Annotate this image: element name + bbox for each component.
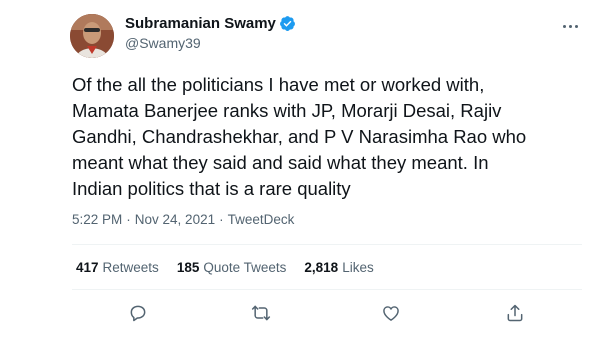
more-dot-icon [568, 24, 572, 28]
profile-photo-icon [70, 14, 114, 58]
author-name-row: Subramanian Swamy [125, 15, 296, 32]
more-options-button[interactable] [558, 14, 582, 38]
likes-stat[interactable]: 2,818 Likes [304, 260, 373, 275]
avatar[interactable] [70, 14, 114, 58]
action-bar [72, 300, 582, 326]
reply-icon [130, 305, 146, 322]
engagement-stats: 417 Retweets 185 Quote Tweets 2,818 Like… [76, 260, 374, 275]
meta-separator: · [219, 212, 224, 227]
tweet-date[interactable]: Nov 24, 2021 [135, 212, 215, 227]
likes-label: Likes [342, 260, 374, 275]
divider [72, 289, 582, 290]
share-icon [507, 304, 523, 322]
retweets-label: Retweets [102, 260, 159, 275]
retweets-count: 417 [76, 260, 99, 275]
share-button[interactable] [502, 300, 528, 326]
verified-badge-icon [279, 16, 295, 31]
author-handle[interactable]: @Swamy39 [125, 35, 201, 51]
tweet-metadata: 5:22 PM · Nov 24, 2021 · TweetDeck [72, 212, 294, 227]
quote-tweets-label: Quote Tweets [203, 260, 287, 275]
meta-separator: · [126, 212, 131, 227]
like-button[interactable] [378, 300, 404, 326]
like-icon [383, 306, 399, 321]
tweet-text: Of the all the politicians I have met or… [72, 74, 527, 199]
tweet-card: Subramanian Swamy @Swamy39 Of the all th… [0, 0, 600, 338]
reply-button[interactable] [125, 300, 151, 326]
quote-tweets-stat[interactable]: 185 Quote Tweets [177, 260, 287, 275]
retweet-icon [251, 305, 271, 321]
tweet-time[interactable]: 5:22 PM [72, 212, 122, 227]
more-dot-icon [574, 24, 578, 28]
retweet-button[interactable] [248, 300, 274, 326]
retweets-stat[interactable]: 417 Retweets [76, 260, 159, 275]
divider [72, 244, 582, 245]
more-dot-icon [562, 24, 566, 28]
likes-count: 2,818 [304, 260, 339, 275]
display-name[interactable]: Subramanian Swamy [125, 15, 276, 32]
tweet-source[interactable]: TweetDeck [228, 212, 295, 227]
quote-tweets-count: 185 [176, 260, 200, 275]
